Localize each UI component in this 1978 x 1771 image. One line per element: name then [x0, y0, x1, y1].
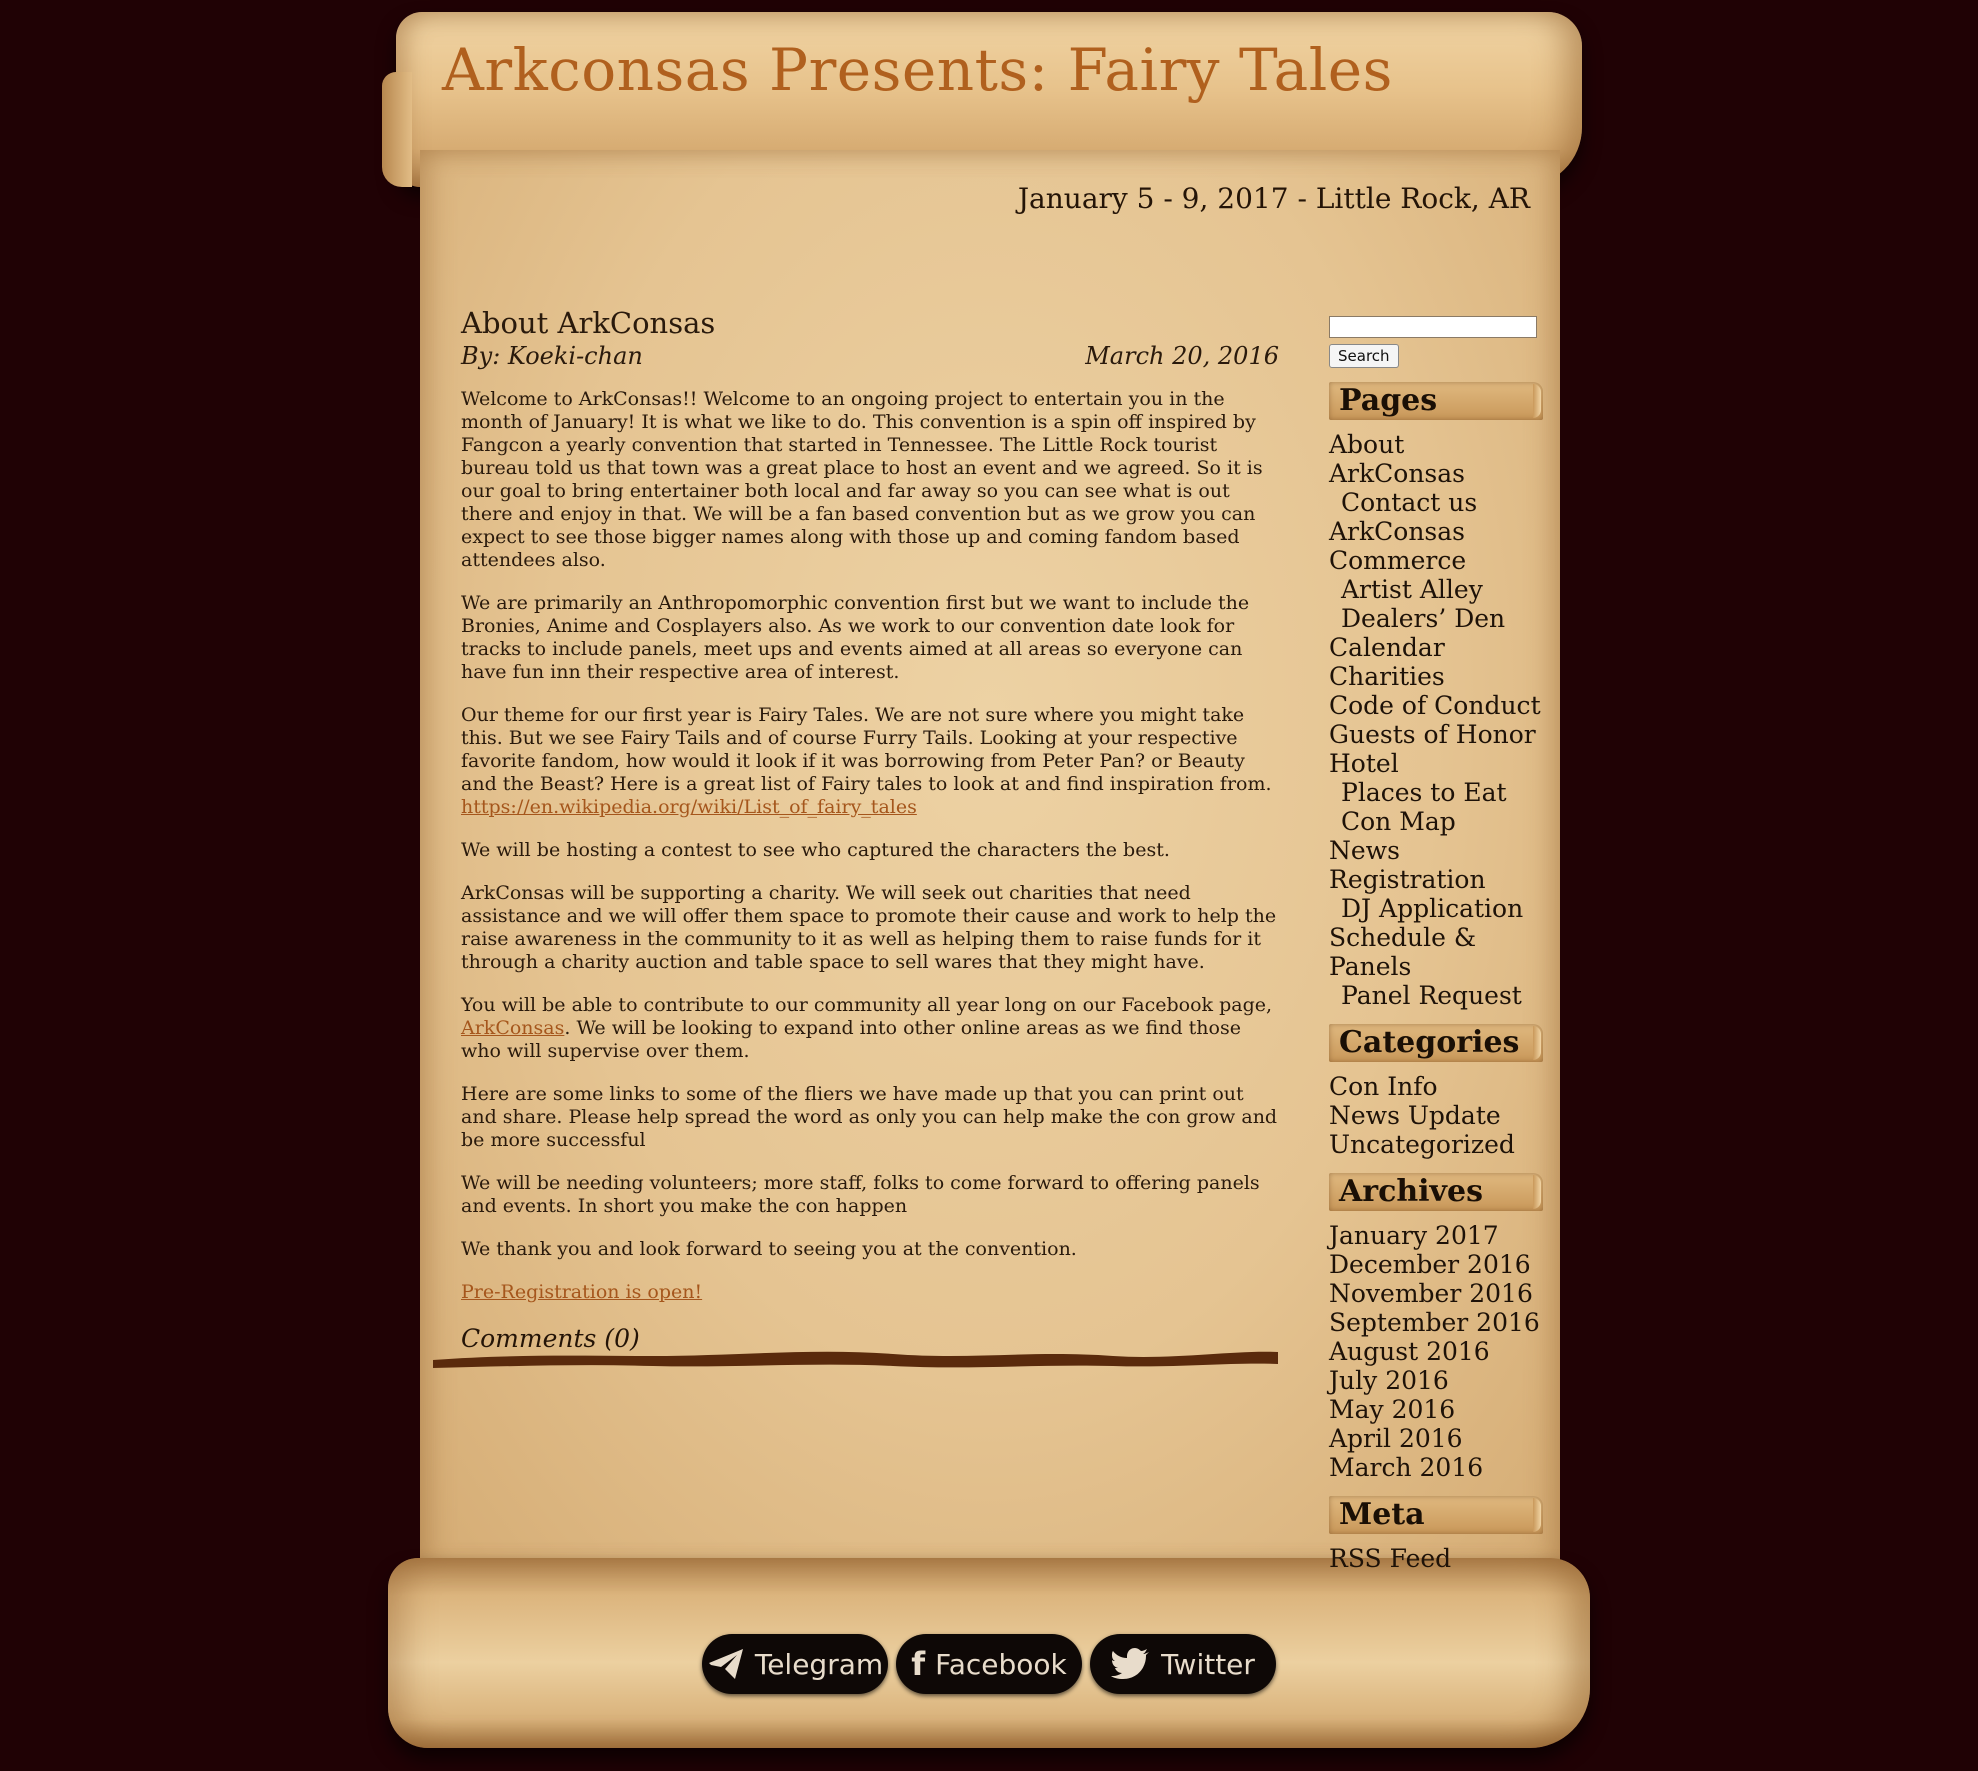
page-link-charities[interactable]: Charities: [1329, 662, 1543, 691]
page-link-calendar[interactable]: Calendar: [1329, 633, 1543, 662]
site-title[interactable]: Arkconsas Presents: Fairy Tales: [442, 36, 1393, 104]
post-author: By: Koeki-chan: [461, 342, 643, 370]
category-link[interactable]: Con Info: [1329, 1072, 1543, 1101]
page-link-dealers-den[interactable]: Dealers’ Den: [1329, 604, 1543, 633]
site-subtitle: January 5 - 9, 2017 - Little Rock, AR: [1017, 182, 1530, 215]
categories-widget-title: Categories: [1329, 1024, 1543, 1062]
meta-widget-title: Meta: [1329, 1496, 1543, 1534]
archive-link[interactable]: July 2016: [1329, 1366, 1543, 1395]
page-link-contact-us[interactable]: Contact us: [1329, 488, 1543, 517]
pages-widget-title: Pages: [1329, 382, 1543, 420]
facebook-label: Facebook: [935, 1647, 1067, 1681]
category-link[interactable]: Uncategorized: [1329, 1130, 1543, 1159]
page-link-code-of-conduct[interactable]: Code of Conduct: [1329, 691, 1543, 720]
page-link-guests-of-honor[interactable]: Guests of Honor: [1329, 720, 1543, 749]
archives-widget-title: Archives: [1329, 1173, 1543, 1211]
telegram-button[interactable]: Telegram: [702, 1634, 888, 1694]
archive-link[interactable]: August 2016: [1329, 1337, 1543, 1366]
telegram-label: Telegram: [754, 1647, 884, 1681]
rss-feed-link[interactable]: RSS Feed: [1329, 1544, 1543, 1573]
pages-list: About ArkConsas Contact us ArkConsas Com…: [1329, 430, 1543, 1010]
page-link-news[interactable]: News: [1329, 836, 1543, 865]
post-paragraph: We will be needing volunteers; more staf…: [461, 1172, 1260, 1217]
post-paragraph: Welcome to ArkConsas!! Welcome to an ong…: [461, 388, 1263, 571]
page-link-arkconsas[interactable]: ArkConsas: [1329, 517, 1543, 546]
archive-link[interactable]: April 2016: [1329, 1424, 1543, 1453]
archive-link[interactable]: May 2016: [1329, 1395, 1543, 1424]
post-title[interactable]: About ArkConsas: [461, 306, 1279, 340]
post-body: Welcome to ArkConsas!! Welcome to an ong…: [461, 388, 1279, 1304]
page-link-commerce[interactable]: Commerce: [1329, 546, 1543, 575]
pre-registration-link[interactable]: Pre-Registration is open!: [461, 1281, 702, 1303]
post-paragraph: We thank you and look forward to seeing …: [461, 1238, 1077, 1260]
twitter-button[interactable]: Twitter: [1090, 1634, 1276, 1694]
sidebar: Search Pages About ArkConsas Contact us …: [1329, 316, 1543, 1573]
post-paragraph: You will be able to contribute to our co…: [461, 994, 1279, 1063]
telegram-icon: [708, 1649, 743, 1679]
archive-link[interactable]: November 2016: [1329, 1279, 1543, 1308]
archives-list: January 2017 December 2016 November 2016…: [1329, 1221, 1543, 1482]
meta-list: RSS Feed: [1329, 1544, 1543, 1573]
post-paragraph: Our theme for our first year is Fairy Ta…: [461, 704, 1279, 819]
category-link[interactable]: News Update: [1329, 1101, 1543, 1130]
page-link-registration[interactable]: Registration: [1329, 865, 1543, 894]
archive-link[interactable]: March 2016: [1329, 1453, 1543, 1482]
categories-list: Con Info News Update Uncategorized: [1329, 1072, 1543, 1159]
page-link-places-to-eat[interactable]: Places to Eat: [1329, 778, 1543, 807]
page-link-about-arkconsas[interactable]: About ArkConsas: [1329, 430, 1543, 488]
post-date: March 20, 2016: [1085, 342, 1279, 370]
page-link-panel-request[interactable]: Panel Request: [1329, 981, 1543, 1010]
page-link-dj-application[interactable]: DJ Application: [1329, 894, 1543, 923]
post-paragraph-text: You will be able to contribute to our co…: [461, 994, 1273, 1016]
archive-link[interactable]: September 2016: [1329, 1308, 1543, 1337]
twitter-label: Twitter: [1161, 1647, 1255, 1681]
search-button[interactable]: Search: [1329, 344, 1399, 368]
search-input[interactable]: [1329, 316, 1537, 338]
facebook-button[interactable]: f Facebook: [896, 1634, 1082, 1694]
post-meta: By: Koeki-chan March 20, 2016: [461, 342, 1279, 370]
wikipedia-link[interactable]: https://en.wikipedia.org/wiki/List_of_fa…: [461, 796, 917, 818]
post-paragraph: Here are some links to some of the flier…: [461, 1083, 1278, 1151]
twitter-icon: [1111, 1648, 1150, 1679]
post-divider: [433, 1351, 1278, 1368]
page-link-con-map[interactable]: Con Map: [1329, 807, 1543, 836]
post-paragraph-text: Our theme for our first year is Fairy Ta…: [461, 704, 1272, 795]
page-link-schedule-panels[interactable]: Schedule & Panels: [1329, 923, 1543, 981]
facebook-page-link[interactable]: ArkConsas: [461, 1017, 564, 1039]
archive-link[interactable]: December 2016: [1329, 1250, 1543, 1279]
page-link-artist-alley[interactable]: Artist Alley: [1329, 575, 1543, 604]
post-article: About ArkConsas By: Koeki-chan March 20,…: [461, 306, 1279, 1353]
facebook-icon: f: [911, 1645, 926, 1683]
post-paragraph: We will be hosting a contest to see who …: [461, 839, 1170, 861]
post-paragraph: ArkConsas will be supporting a charity. …: [461, 882, 1277, 973]
post-paragraph-text: . We will be looking to expand into othe…: [461, 1017, 1241, 1062]
archive-link[interactable]: January 2017: [1329, 1221, 1543, 1250]
post-paragraph: Pre-Registration is open!: [461, 1281, 1279, 1304]
page-link-hotel[interactable]: Hotel: [1329, 749, 1543, 778]
post-paragraph: We are primarily an Anthropomorphic conv…: [461, 592, 1250, 683]
